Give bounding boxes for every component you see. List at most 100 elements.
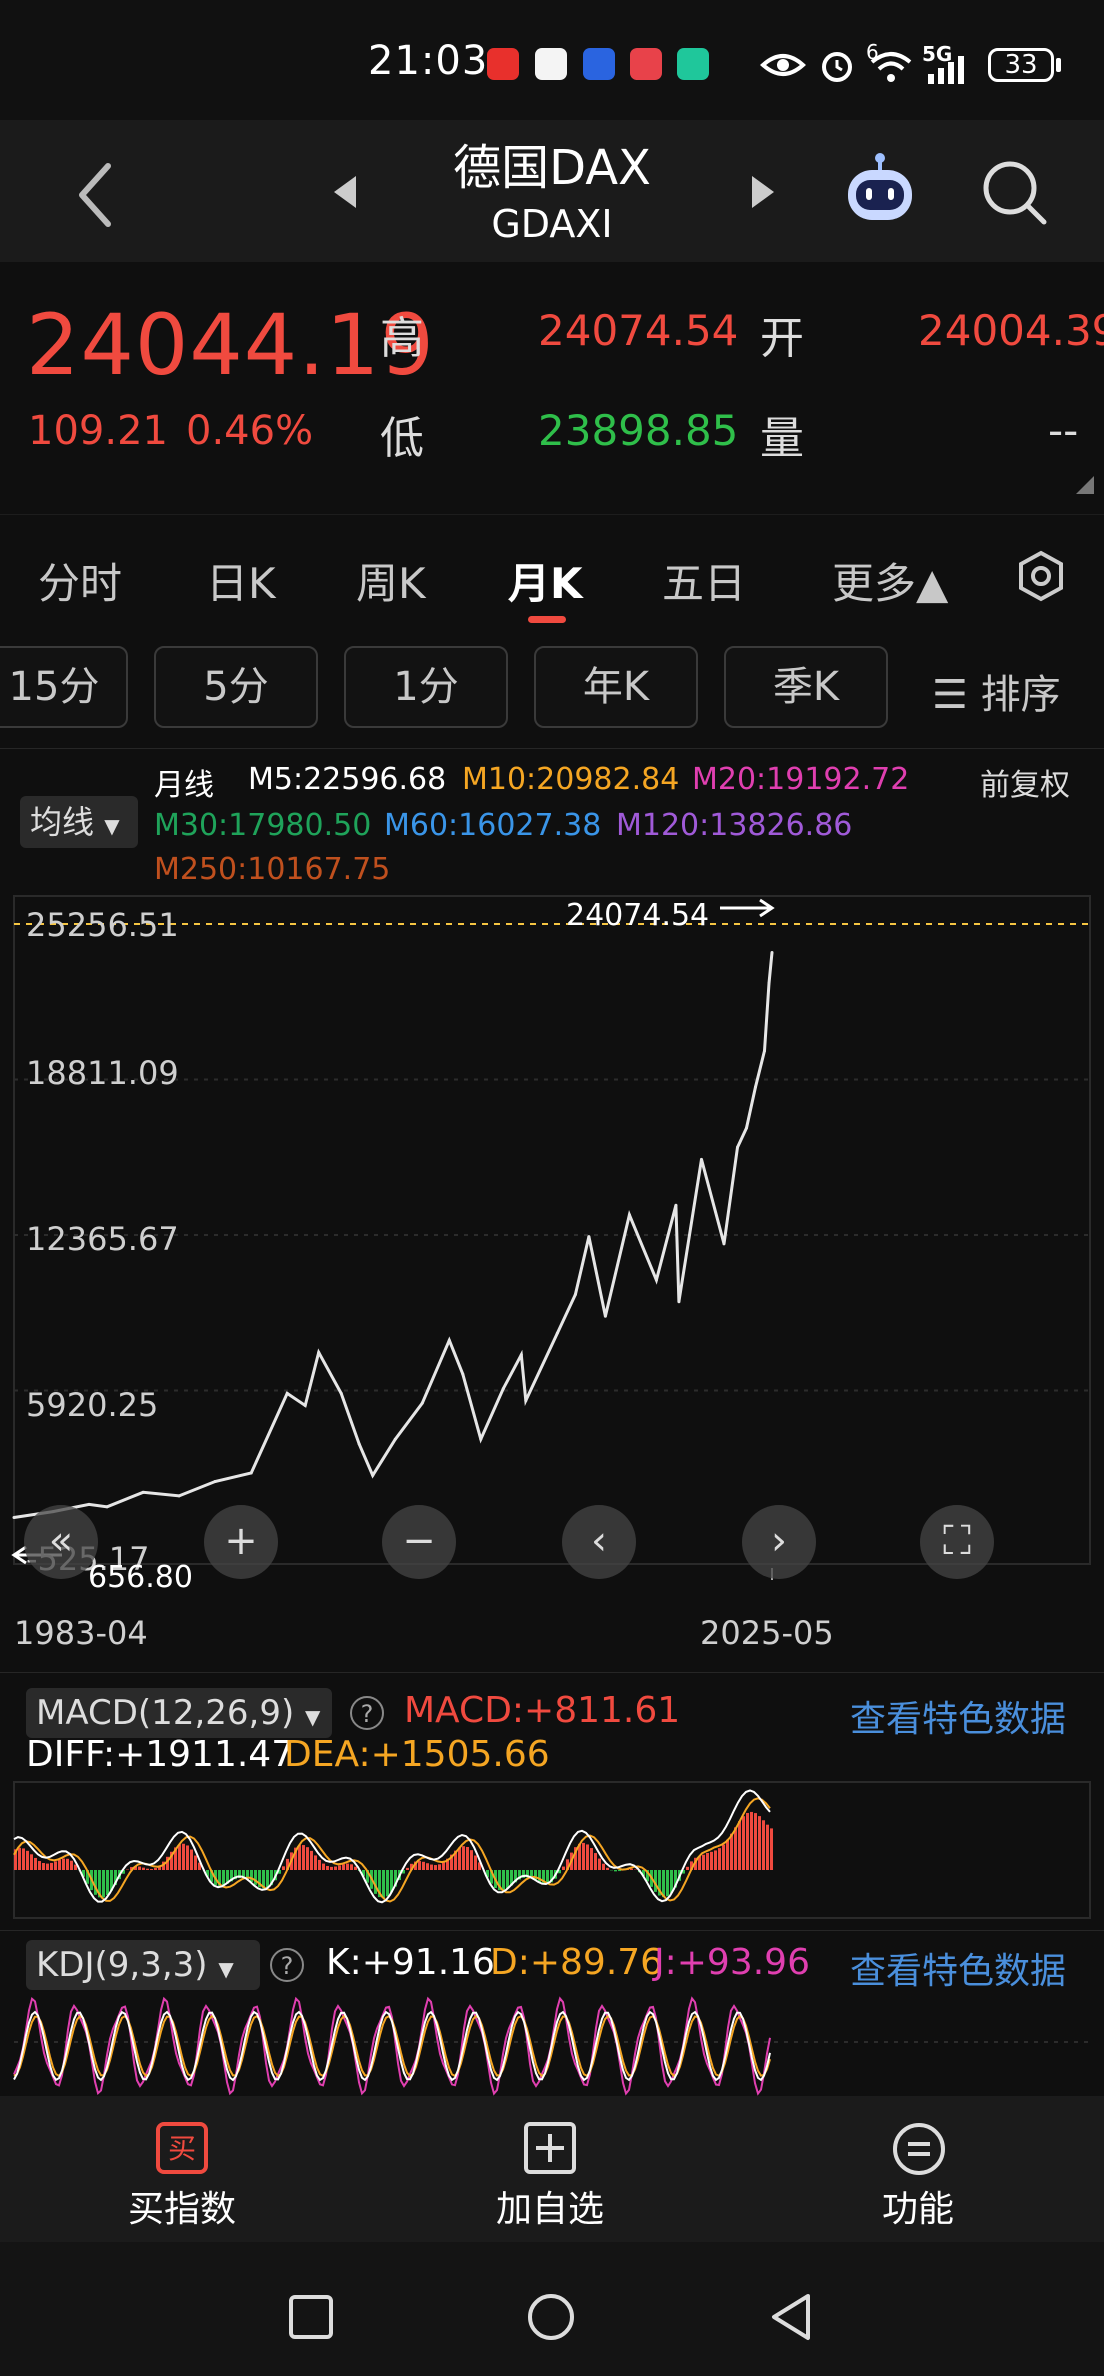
data-point [573,1292,577,1296]
function-button[interactable]: 功能 [818,2180,1018,2232]
search-icon[interactable] [980,158,1050,228]
macd-bar [434,1865,437,1870]
add-watchlist-icon[interactable] [524,2122,576,2174]
macd-bar [142,1867,145,1870]
macd-bar [54,1861,57,1870]
macd-bar [662,1870,665,1898]
subtab-yearly-k[interactable]: 年K [534,646,698,728]
menu-icon[interactable] [892,2122,946,2176]
buy-icon[interactable]: 买 [156,2122,208,2174]
tab-daily-k[interactable]: 日K [206,550,276,611]
scroll-left-button[interactable]: ‹ [562,1505,636,1579]
subtab-1min[interactable]: 1分 [344,646,508,728]
settings-icon[interactable] [1016,550,1066,602]
macd-bar [354,1866,357,1870]
tab-five-day[interactable]: 五日 [662,550,746,611]
help-icon[interactable]: ? [270,1948,304,1982]
macd-bar [466,1846,469,1870]
ma-legend-item: M120:13826.86 [616,808,853,843]
macd-bar [106,1870,109,1895]
divider [0,1930,1104,1931]
ma-legend-item: M250:10167.75 [154,852,391,887]
data-point [519,1353,523,1357]
kdj-d-value: D:+89.76 [490,1942,664,1983]
app-notification-icon [630,48,662,80]
low-label: 低 [380,413,424,464]
data-point [141,1490,145,1494]
ma-selector[interactable]: 均线 ▼ [20,796,138,848]
data-point [767,981,771,985]
macd-bar [190,1849,193,1870]
alarm-icon [822,52,852,82]
zoom-in-button[interactable]: + [204,1505,278,1579]
data-point [674,1203,678,1207]
macd-bar [730,1833,733,1870]
add-watchlist-button[interactable]: 加自选 [450,2180,650,2232]
data-point [461,1372,465,1376]
fullscreen-button[interactable]: ⛶ [920,1505,994,1579]
macd-bar [346,1863,349,1870]
data-point [735,1145,739,1149]
app-notification-icon [535,48,567,80]
macd-bar [186,1845,189,1870]
buy-index-button[interactable]: 买指数 [82,2180,282,2232]
tab-weekly-k[interactable]: 周K [356,550,426,611]
help-icon[interactable]: ? [350,1696,384,1730]
back-nav-icon[interactable] [768,2292,814,2342]
rewind-button[interactable]: « [24,1505,98,1579]
subtab-5min[interactable]: 5分 [154,646,318,728]
macd-bar [706,1852,709,1870]
tab-intraday[interactable]: 分时 [38,550,122,611]
recents-icon[interactable] [288,2294,334,2340]
macd-dea: DEA:+1505.66 [284,1734,550,1775]
battery-icon: 33 [988,48,1054,82]
macd-bar [194,1855,197,1870]
scroll-right-button[interactable]: › [742,1505,816,1579]
macd-selector[interactable]: MACD(12,26,9) ▼ [26,1688,332,1738]
kdj-selector[interactable]: KDJ(9,3,3) ▼ [26,1940,260,1990]
macd-feature-link[interactable]: 查看特色数据 [850,1690,1066,1742]
macd-bar [66,1858,69,1870]
macd-bar [222,1870,225,1886]
expand-corner-icon[interactable] [1076,476,1094,494]
kdj-k-line [13,2010,771,2082]
macd-bar [406,1867,409,1870]
macd-bar [150,1869,153,1870]
data-point [12,1515,16,1519]
home-icon[interactable] [526,2292,576,2342]
divider [0,1672,1104,1673]
data-point [371,1473,375,1477]
zoom-out-button[interactable]: − [382,1505,456,1579]
data-point [654,1278,658,1282]
macd-bar [594,1853,597,1870]
sort-button[interactable]: ☰ 排序 [932,662,1061,720]
macd-bar [46,1863,49,1870]
kdj-feature-link[interactable]: 查看特色数据 [850,1942,1066,1994]
tab-more[interactable]: 更多▲ [832,550,948,611]
y-axis-label: 12365.67 [26,1220,179,1258]
tab-monthly-k[interactable]: 月K [508,550,583,611]
macd-bar [154,1868,157,1870]
macd-bar [330,1866,333,1870]
macd-bar [710,1851,713,1870]
macd-chart[interactable] [0,1780,1104,1920]
macd-bar [746,1812,749,1870]
macd-bar [586,1844,589,1870]
macd-bar [714,1850,717,1870]
subtab-15min[interactable]: 15分 [0,646,128,728]
macd-bar [334,1866,337,1870]
data-point [501,1387,505,1391]
macd-bar [722,1844,725,1870]
app-notification-icon [487,48,519,80]
data-point [479,1437,483,1441]
x-axis-start-label: 1983-04 [14,1614,148,1652]
subtab-quarterly-k[interactable]: 季K [724,646,888,728]
macd-bar [762,1820,765,1870]
macd-bar [758,1816,761,1870]
macd-bar [442,1862,445,1870]
kdj-chart[interactable] [0,1990,1104,2096]
next-index-icon[interactable] [748,172,778,212]
adjustment-label[interactable]: 前复权 [980,760,1070,804]
macd-bar [458,1847,461,1870]
robot-assistant-icon[interactable] [840,150,920,230]
